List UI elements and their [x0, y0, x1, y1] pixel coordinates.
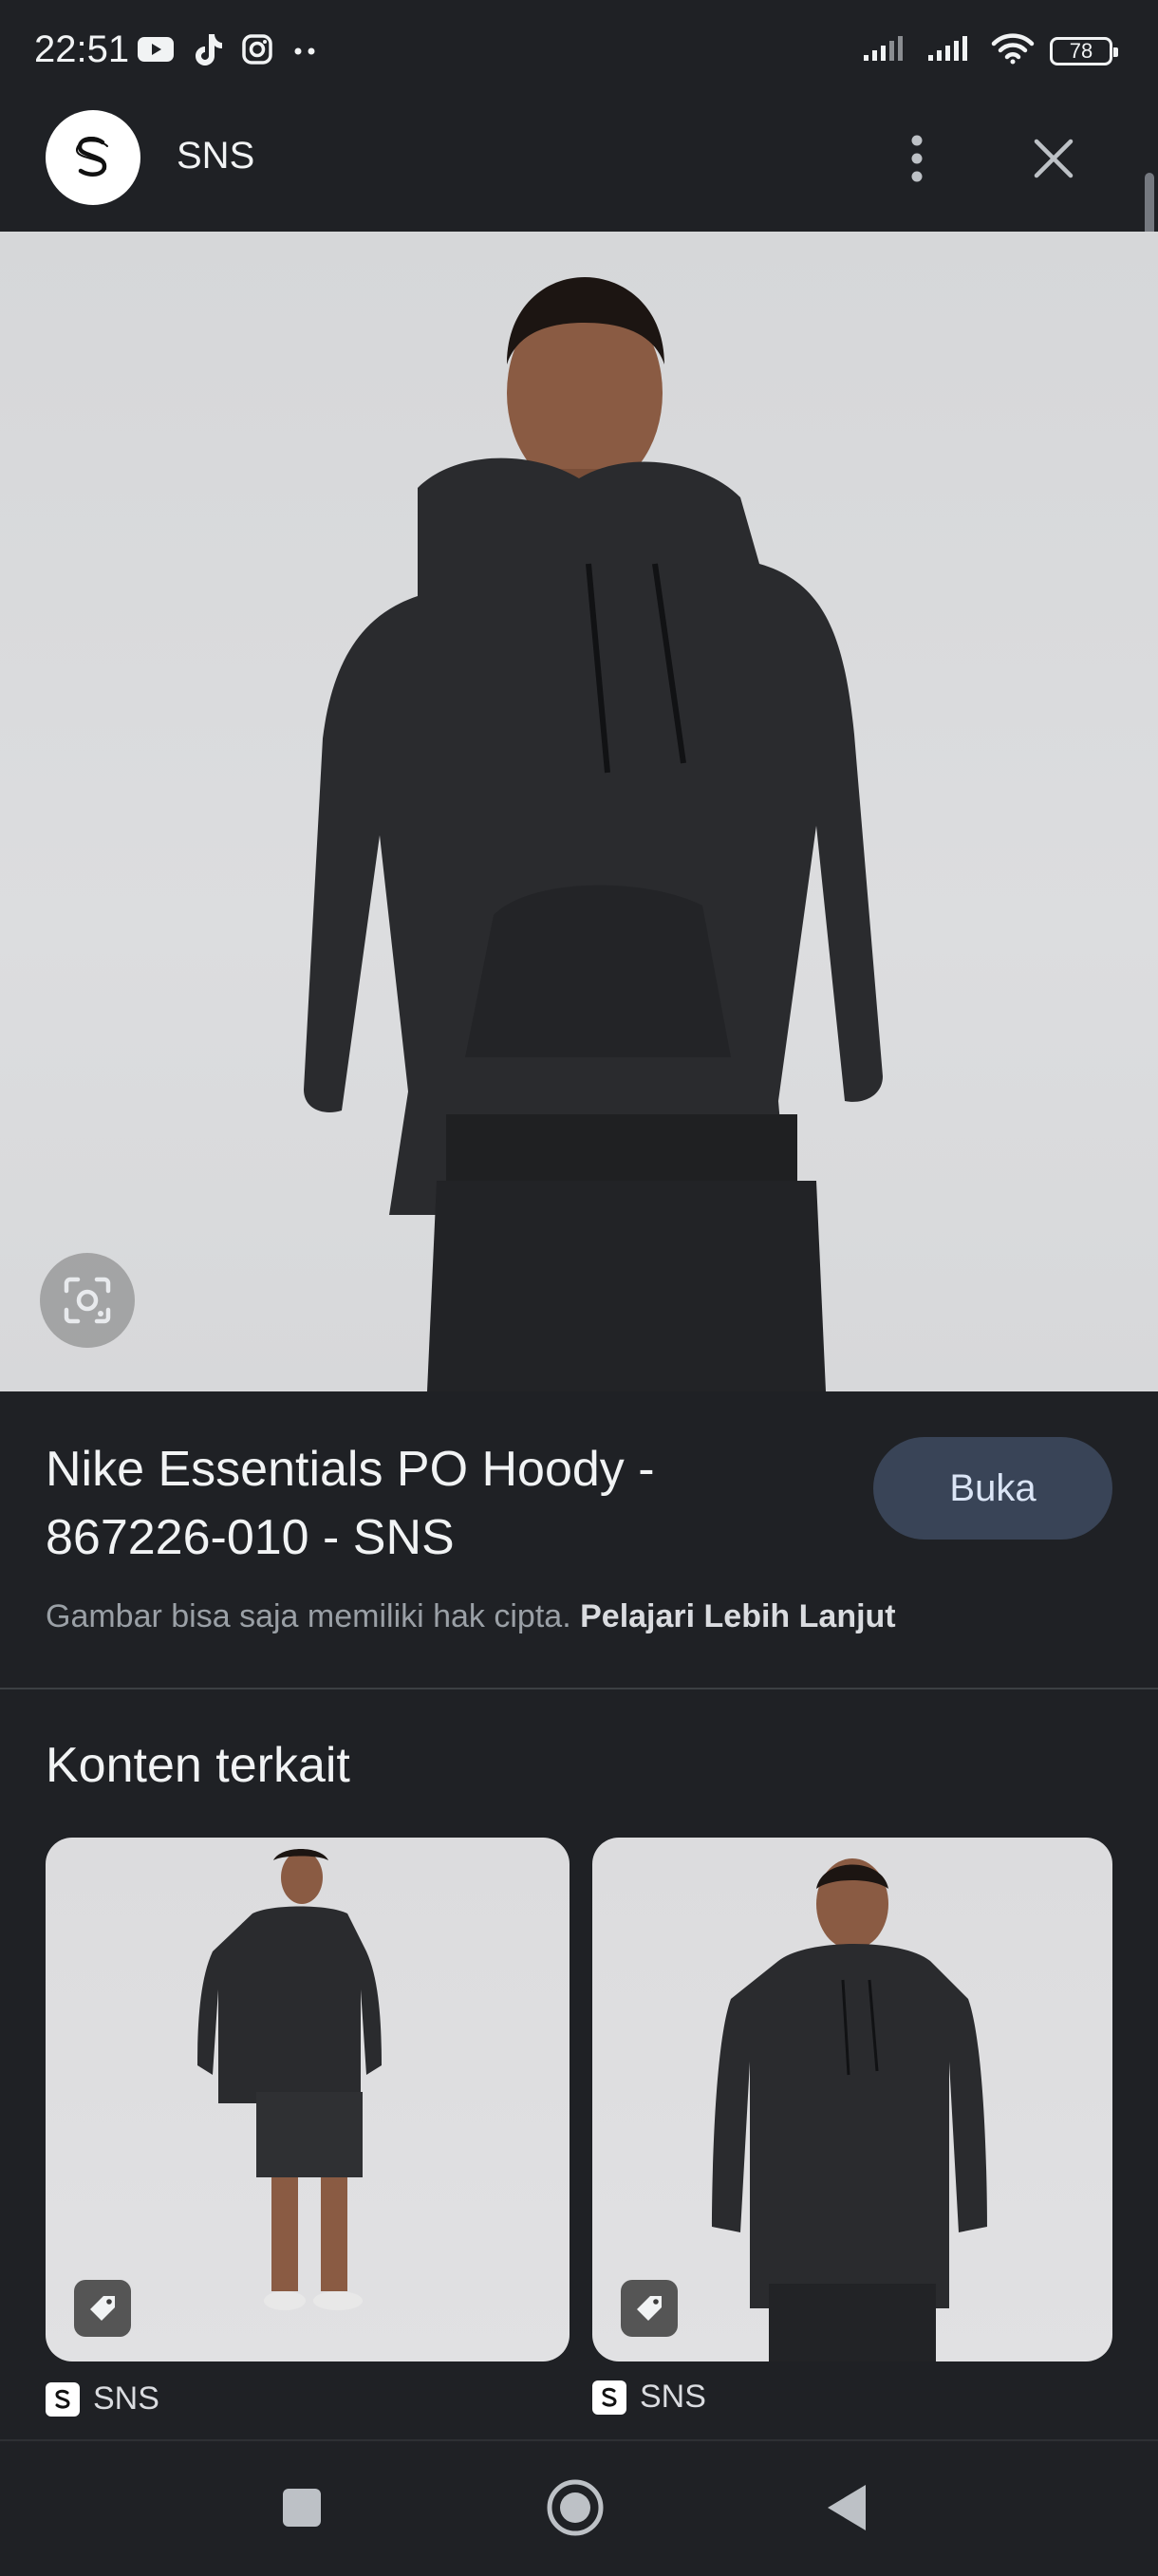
card-source[interactable]: SNS [592, 2379, 706, 2416]
copyright-text: Gambar bisa saja memiliki hak cipta. [46, 1598, 571, 1634]
youtube-icon [137, 35, 175, 68]
close-button[interactable] [1025, 125, 1082, 192]
image-info-panel: Nike Essentials PO Hoody - 867226-010 - … [0, 1391, 1158, 1689]
price-tag-icon [621, 2280, 678, 2337]
app-header: SNS [0, 87, 1158, 1283]
card-source-name: SNS [640, 2379, 706, 2415]
related-content-title: Konten terkait [46, 1738, 350, 1793]
more-options-button[interactable] [898, 125, 936, 192]
home-icon [547, 2479, 604, 2536]
status-bar: 22:51 78 [0, 0, 1158, 87]
back-icon [828, 2485, 866, 2530]
product-image[interactable] [0, 232, 1158, 1391]
more-vert-icon [911, 135, 923, 182]
signal-icon [926, 34, 976, 67]
status-time: 22:51 [34, 28, 130, 70]
price-tag-icon [74, 2280, 131, 2337]
status-app-icons [137, 32, 319, 71]
card-source[interactable]: SNS [46, 2380, 159, 2417]
instagram-icon [241, 33, 273, 70]
sns-logo-icon[interactable] [46, 110, 140, 205]
sns-favicon-icon [592, 2380, 626, 2415]
product-title[interactable]: Nike Essentials PO Hoody - 867226-010 - … [46, 1435, 843, 1572]
back-button[interactable] [809, 2470, 885, 2546]
related-card[interactable] [46, 1838, 570, 2361]
status-system-icons: 78 [862, 32, 1118, 69]
system-nav-bar [0, 2439, 1158, 2576]
home-button[interactable] [537, 2470, 613, 2546]
recents-button[interactable] [264, 2470, 340, 2546]
lens-icon [64, 1277, 111, 1324]
copyright-notice: Gambar bisa saja memiliki hak cipta. Pel… [46, 1598, 896, 1635]
site-name[interactable]: SNS [177, 135, 254, 177]
card-source-name: SNS [93, 2380, 159, 2417]
tiktok-icon [192, 32, 224, 71]
recents-icon [283, 2489, 321, 2527]
close-icon [1034, 139, 1074, 178]
sns-favicon-icon [46, 2381, 80, 2417]
signal-icon [862, 34, 911, 67]
learn-more-link[interactable]: Pelajari Lebih Lanjut [580, 1598, 896, 1634]
wifi-icon [991, 32, 1035, 69]
more-dots-icon [290, 44, 319, 61]
battery-indicator: 78 [1050, 36, 1118, 65]
related-card[interactable] [592, 1838, 1112, 2361]
google-lens-button[interactable] [40, 1253, 135, 1348]
open-button[interactable]: Buka [873, 1437, 1112, 1540]
